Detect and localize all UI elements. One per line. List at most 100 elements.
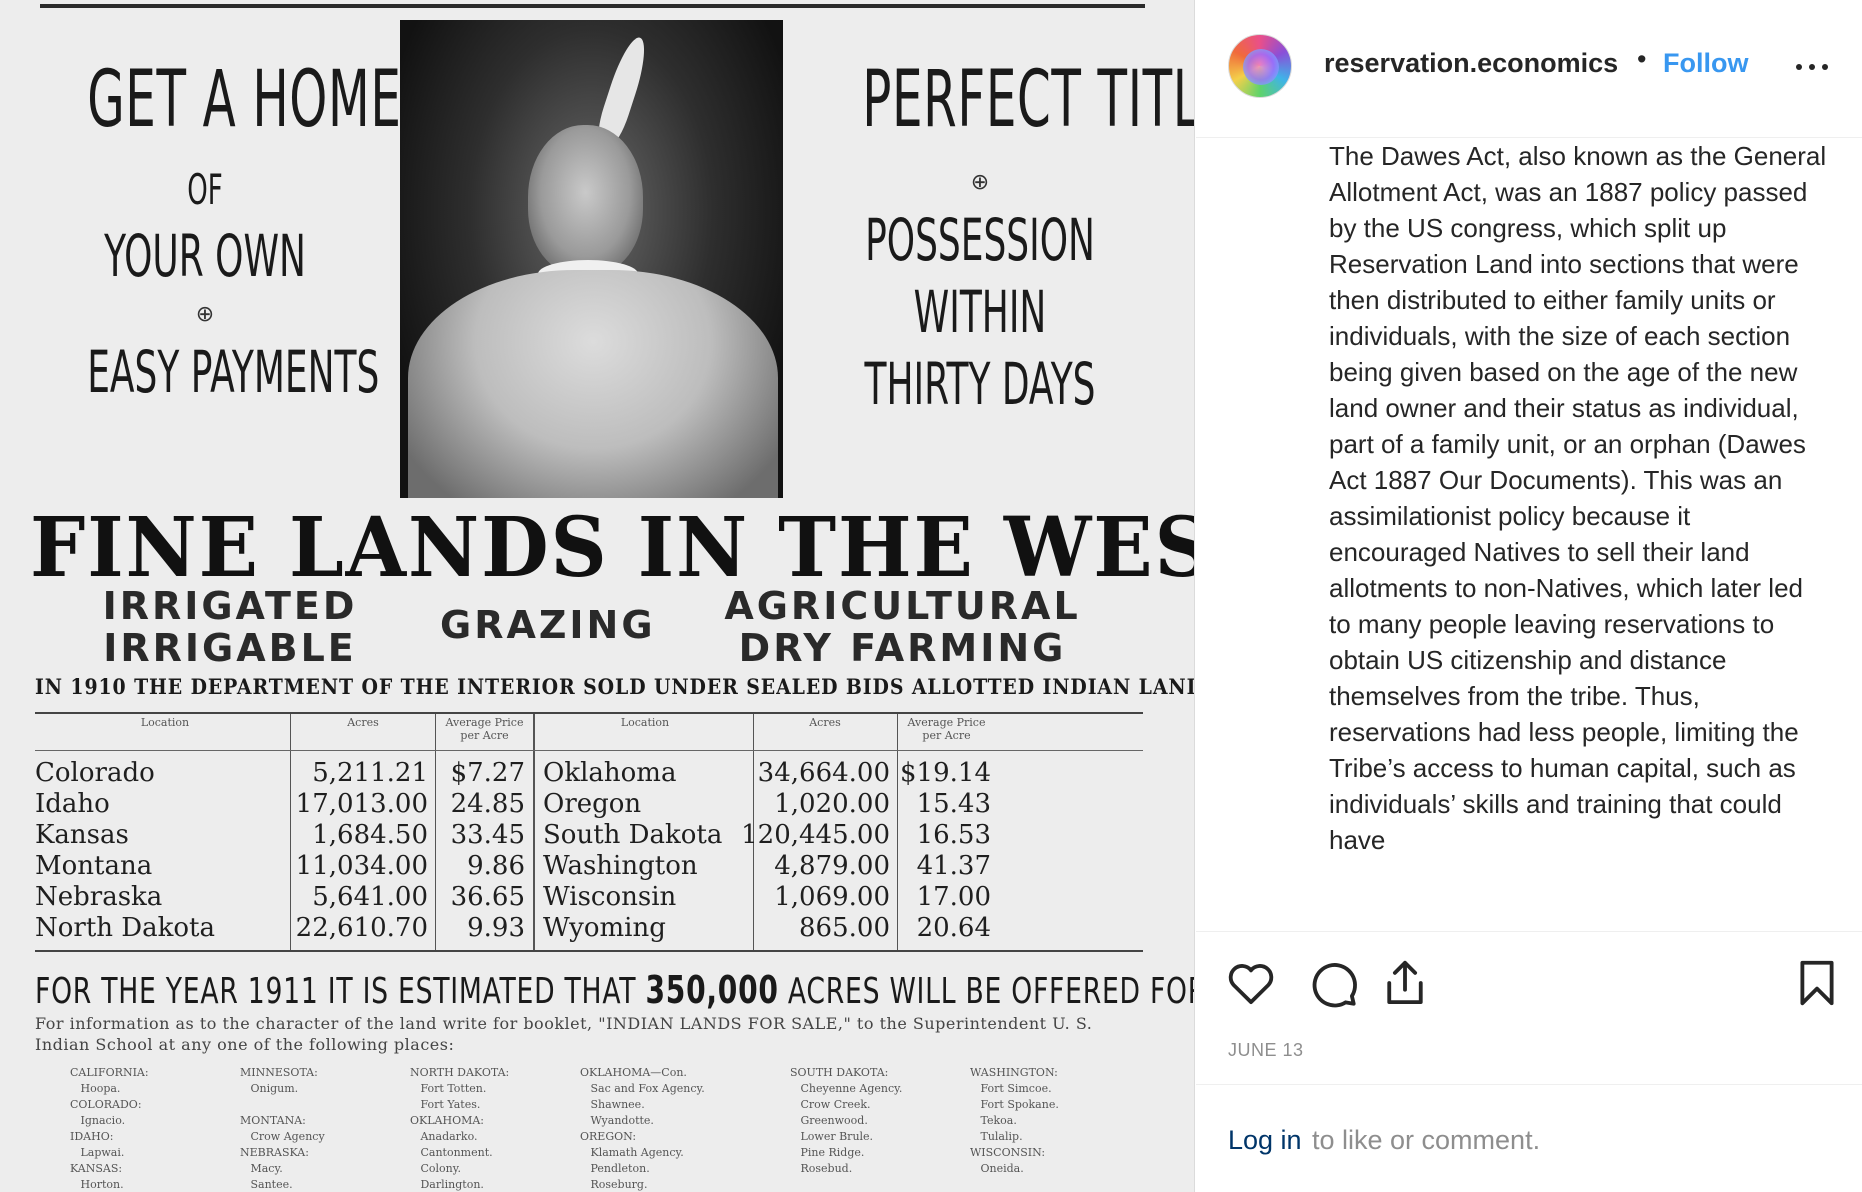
ornament-icon: ⊕ bbox=[970, 169, 990, 194]
ornament-icon: ⊕ bbox=[195, 301, 215, 326]
table-header-acres: Acres bbox=[347, 716, 379, 729]
table-cell: 9.86 bbox=[467, 851, 525, 881]
table-cell: North Dakota bbox=[35, 913, 215, 943]
more-dot bbox=[1809, 64, 1815, 70]
separator-dot: • bbox=[1637, 44, 1647, 74]
table-cell: 1,069.00 bbox=[774, 882, 890, 912]
login-link[interactable]: Log in bbox=[1228, 1125, 1302, 1156]
table-cell: $7.27 bbox=[450, 758, 525, 788]
dry-farming-label: DRY FARMING bbox=[738, 626, 1067, 670]
places-column: SOUTH DAKOTA: Cheyenne Agency. Crow Cree… bbox=[790, 1066, 903, 1175]
follow-button[interactable]: Follow bbox=[1663, 48, 1748, 79]
post-header: reservation.economics • Follow bbox=[1196, 0, 1862, 138]
table-cell: 22,610.70 bbox=[295, 913, 428, 943]
body-shape bbox=[408, 270, 778, 498]
irrigable-label: IRRIGABLE bbox=[103, 626, 357, 670]
within-text: WITHIN bbox=[913, 278, 1047, 346]
places-column: OKLAHOMA—Con. Sac and Fox Agency. Shawne… bbox=[580, 1066, 705, 1191]
places-column: CALIFORNIA: Hoopa. COLORADO: Ignacio. ID… bbox=[70, 1066, 149, 1191]
login-prompt: Log in to like or comment. bbox=[1196, 1084, 1862, 1192]
irrigated-category: IRRIGATED IRRIGABLE bbox=[100, 585, 360, 669]
post-image: GET A HOME OF YOUR OWN ⊕ EASY PAYMENTS P… bbox=[0, 0, 1195, 1192]
table-cell: Washington bbox=[543, 851, 698, 881]
places-column: MINNESOTA: Onigum. MONTANA: Crow Agency … bbox=[240, 1066, 325, 1191]
login-prompt-text: to like or comment. bbox=[1312, 1125, 1541, 1155]
share-icon[interactable] bbox=[1378, 956, 1432, 1010]
perfect-title-text: PERFECT TITLE bbox=[862, 55, 1195, 145]
table-header-rule bbox=[35, 750, 1143, 751]
post-caption: The Dawes Act, also known as the General… bbox=[1329, 141, 1827, 855]
table-cell: Oklahoma bbox=[543, 758, 677, 788]
caption-scroll-area[interactable]: The Dawes Act, also known as the General… bbox=[1196, 138, 1862, 932]
estimate-pre: FOR THE YEAR 1911 IT IS ESTIMATED THAT bbox=[35, 971, 637, 1012]
table-cell: $19.14 bbox=[900, 758, 991, 788]
more-dot bbox=[1796, 64, 1802, 70]
avatar[interactable] bbox=[1228, 34, 1292, 98]
table-cell: Wisconsin bbox=[543, 882, 677, 912]
table-cell: South Dakota bbox=[543, 820, 723, 850]
table-cell: 1,020.00 bbox=[774, 789, 890, 819]
table-cell: 15.43 bbox=[916, 789, 991, 819]
table-cell: Idaho bbox=[35, 789, 110, 819]
of-text: OF bbox=[187, 165, 223, 214]
table-cell: 5,211.21 bbox=[312, 758, 428, 788]
get-a-home-text: GET A HOME bbox=[87, 55, 402, 145]
table-cell: 20.64 bbox=[916, 913, 991, 943]
table-cell: 24.85 bbox=[450, 789, 525, 819]
more-options-icon[interactable] bbox=[1792, 38, 1832, 78]
poster-top-rule bbox=[40, 4, 1145, 8]
irrigated-label: IRRIGATED bbox=[102, 584, 358, 628]
places-column: WASHINGTON: Fort Simcoe. Fort Spokane. T… bbox=[970, 1066, 1059, 1175]
left-location-column: Colorado Idaho Kansas Montana Nebraska N… bbox=[35, 758, 285, 944]
bookmark-icon[interactable] bbox=[1790, 956, 1844, 1010]
poster-left-column: GET A HOME OF YOUR OWN ⊕ EASY PAYMENTS bbox=[15, 40, 402, 408]
table-cell: 41.37 bbox=[916, 851, 991, 881]
table-cell: 16.53 bbox=[916, 820, 991, 850]
poster-right-column: PERFECT TITLE ⊕ POSSESSION WITHIN THIRTY… bbox=[790, 40, 1195, 420]
land-sales-table: Location Acres Average Price per Acre Lo… bbox=[35, 712, 1143, 952]
table-cell: 36.65 bbox=[450, 882, 525, 912]
poster-headline: FINE LANDS IN THE WEST bbox=[30, 500, 1195, 596]
table-cell: Oregon bbox=[543, 789, 642, 819]
table-cell: Kansas bbox=[35, 820, 129, 850]
places-column: NORTH DAKOTA: Fort Totten. Fort Yates. O… bbox=[410, 1066, 510, 1191]
table-cell: 865.00 bbox=[799, 913, 890, 943]
table-cell: Wyoming bbox=[543, 913, 666, 943]
table-header-acres: Acres bbox=[809, 716, 841, 729]
sale-note: IN 1910 THE DEPARTMENT OF THE INTERIOR S… bbox=[35, 674, 1194, 699]
right-acres-column: 34,664.00 1,020.00 120,445.00 4,879.00 1… bbox=[735, 758, 890, 944]
table-cell: 1,684.50 bbox=[312, 820, 428, 850]
heart-icon[interactable] bbox=[1224, 956, 1278, 1010]
table-header-location: Location bbox=[620, 716, 670, 729]
table-cell: 17.00 bbox=[916, 882, 991, 912]
comment-icon[interactable] bbox=[1306, 956, 1360, 1010]
estimate-value: 350,000 bbox=[645, 968, 779, 1012]
table-cell: 5,641.00 bbox=[312, 882, 428, 912]
table-header-price: Average Price per Acre bbox=[907, 716, 986, 742]
right-price-column: $19.14 15.43 16.53 41.37 17.00 20.64 bbox=[897, 758, 991, 944]
agricultural-label: AGRICULTURAL bbox=[724, 584, 1081, 628]
table-cell: 17,013.00 bbox=[295, 789, 428, 819]
info-paragraph: For information as to the character of t… bbox=[35, 1014, 1093, 1054]
grazing-label: GRAZING bbox=[440, 603, 656, 647]
table-cell: 33.45 bbox=[450, 820, 525, 850]
possession-text: POSSESSION bbox=[865, 206, 1095, 274]
table-header-price: Average Price per Acre bbox=[445, 716, 524, 742]
table-cell: 9.93 bbox=[467, 913, 525, 943]
estimate-post: ACRES WILL BE OFFERED FOR SALE bbox=[787, 971, 1194, 1012]
table-cell: 120,445.00 bbox=[741, 820, 890, 850]
more-dot bbox=[1822, 64, 1828, 70]
table-header-location: Location bbox=[140, 716, 190, 729]
left-price-column: $7.27 24.85 33.45 9.86 36.65 9.93 bbox=[435, 758, 525, 944]
chief-portrait-photo bbox=[400, 20, 783, 498]
table-cell: Montana bbox=[35, 851, 153, 881]
places-list: CALIFORNIA: Hoopa. COLORADO: Ignacio. ID… bbox=[70, 1065, 1150, 1192]
action-bar bbox=[1196, 940, 1862, 1020]
table-cell: Nebraska bbox=[35, 882, 163, 912]
post-sidebar: reservation.economics • Follow The Dawes… bbox=[1196, 0, 1862, 1192]
right-location-column: Oklahoma Oregon South Dakota Washington … bbox=[543, 758, 753, 944]
username-link[interactable]: reservation.economics bbox=[1324, 48, 1618, 79]
estimate-line: FOR THE YEAR 1911 IT IS ESTIMATED THAT 3… bbox=[35, 968, 1194, 1012]
easy-payments-text: EASY PAYMENTS bbox=[87, 338, 380, 406]
your-own-text: YOUR OWN bbox=[104, 222, 306, 290]
